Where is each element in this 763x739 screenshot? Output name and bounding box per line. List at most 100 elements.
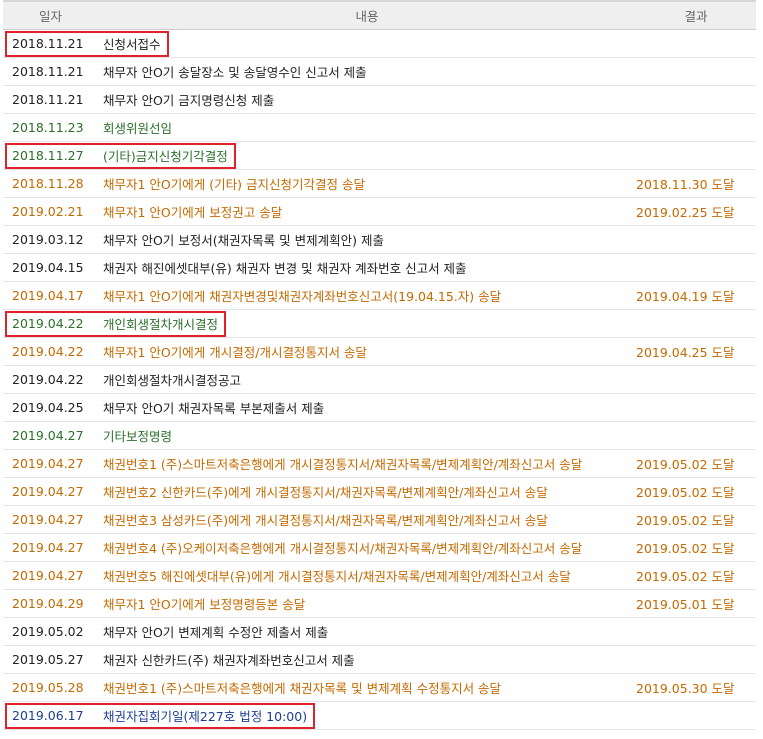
row-content: 채권번호1 (주)스마트저축은행에게 개시결정통지서/채권자목록/변제계획안/계… <box>98 449 636 478</box>
row-result: 2019.05.02 도달 <box>636 505 756 534</box>
row-content-text: 신청서접수 <box>103 37 161 52</box>
row-result <box>636 309 756 338</box>
table-row: 2019.04.29 채무자1 안O기에게 보정명령등본 송달 2019.05.01… <box>3 589 756 618</box>
row-date-text: 2019.03.12 <box>12 232 84 247</box>
row-date: 2019.04.27 <box>3 505 98 534</box>
row-result <box>636 365 756 394</box>
row-content-text: 기타보정명령 <box>103 429 173 444</box>
row-date-text: 2019.04.29 <box>12 596 84 611</box>
row-date-text: 2019.04.27 <box>12 512 84 527</box>
case-progress-table-wrapper: 일자 내용 결과 2018.11.21 신청서접수 2018.11.21 채무자 안O… <box>3 0 756 730</box>
row-content-text: 채권자집회기일(제227호 법정 10:00) <box>103 709 308 724</box>
row-content: 채무자1 안O기에게 개시결정/개시결정통지서 송달 <box>98 337 636 366</box>
table-row: 2019.04.27 기타보정명령 <box>3 421 756 450</box>
row-content-text: 채무자 안O기 채권자목록 부본제출서 제출 <box>103 401 325 416</box>
table-row: 2019.05.28 채권번호1 (주)스마트저축은행에게 채권자목록 및 변제계… <box>3 673 756 702</box>
table-row: 2019.05.02 채무자 안O기 변제계획 수정안 제출서 제출 <box>3 617 756 646</box>
row-content-text: 채무자 안O기 송달장소 및 송달영수인 신고서 제출 <box>103 65 367 80</box>
row-result <box>636 393 756 422</box>
row-content: 회생위원선임 <box>98 113 636 142</box>
table-row: 2019.04.27 채권번호4 (주)오케이저축은행에게 개시결정통지서/채권자… <box>3 533 756 562</box>
table-row: 2019.02.21 채무자1 안O기에게 보정권고 송달 2019.02.25 도… <box>3 197 756 226</box>
row-content-text: 채무자1 안O기에게 보정명령등본 송달 <box>103 597 306 612</box>
row-content: 채권번호1 (주)스마트저축은행에게 채권자목록 및 변제계획 수정통지서 송달 <box>98 673 636 702</box>
row-content-text: 채권번호3 삼성카드(주)에게 개시결정통지서/채권자목록/변제계획안/계좌신고… <box>103 513 548 528</box>
row-content: 채무자 안O기 채권자목록 부본제출서 제출 <box>98 393 636 422</box>
row-result <box>636 113 756 142</box>
row-result: 2019.04.25 도달 <box>636 337 756 366</box>
row-result <box>636 85 756 114</box>
row-content-text: 채권번호2 신한카드(주)에게 개시결정통지서/채권자목록/변제계획안/계좌신고… <box>103 485 548 500</box>
row-content-text: 채무자 안O기 금지명령신청 제출 <box>103 93 275 108</box>
row-date: 2018.11.23 <box>3 113 98 142</box>
row-content: 채권자집회기일(제227호 법정 10:00) <box>98 701 636 730</box>
row-date: 2019.03.12 <box>3 225 98 254</box>
row-content-text: (기타)금지신청기각결정 <box>103 149 228 164</box>
row-content-text: 채무자1 안O기에게 (기타) 금지신청기각결정 송달 <box>103 177 365 192</box>
row-date: 2018.11.21 <box>3 57 98 86</box>
row-date-text: 2019.05.02 <box>12 624 84 639</box>
row-date-text: 2018.11.21 <box>12 92 84 107</box>
row-date: 2019.04.17 <box>3 281 98 310</box>
row-date-text: 2019.04.27 <box>12 456 84 471</box>
row-date: 2018.11.21 <box>3 29 98 58</box>
row-content: 채무자 안O기 변제계획 수정안 제출서 제출 <box>98 617 636 646</box>
row-date-text: 2019.04.15 <box>12 260 84 275</box>
result-column-header: 결과 <box>636 0 756 30</box>
row-date: 2019.04.22 <box>3 309 98 338</box>
row-result: 2019.05.01 도달 <box>636 589 756 618</box>
table-row: 2019.04.17 채무자1 안O기에게 채권자변경및채권자계좌번호신고서(19… <box>3 281 756 310</box>
row-date: 2019.02.21 <box>3 197 98 226</box>
row-date-text: 2019.05.27 <box>12 652 84 667</box>
row-date-text: 2019.02.21 <box>12 204 84 219</box>
table-row: 2019.03.12 채무자 안O기 보정서(채권자목록 및 변제계획안) 제출 <box>3 225 756 254</box>
row-content: 채무자1 안O기에게 보정권고 송달 <box>98 197 636 226</box>
row-content-text: 채권번호1 (주)스마트저축은행에게 개시결정통지서/채권자목록/변제계획안/계… <box>103 457 583 472</box>
row-content-text: 채무자 안O기 변제계획 수정안 제출서 제출 <box>103 625 329 640</box>
row-result: 2019.05.02 도달 <box>636 533 756 562</box>
row-result <box>636 701 756 730</box>
row-content-text: 채무자1 안O기에게 보정권고 송달 <box>103 205 283 220</box>
row-date: 2019.04.22 <box>3 337 98 366</box>
table-row: 2018.11.28 채무자1 안O기에게 (기타) 금지신청기각결정 송달 201… <box>3 169 756 198</box>
row-date: 2019.04.25 <box>3 393 98 422</box>
table-row: 2018.11.21 신청서접수 <box>3 29 756 58</box>
row-content-text: 채권번호1 (주)스마트저축은행에게 채권자목록 및 변제계획 수정통지서 송달 <box>103 681 502 696</box>
table-row: 2019.04.25 채무자 안O기 채권자목록 부본제출서 제출 <box>3 393 756 422</box>
row-date: 2019.06.17 <box>3 701 98 730</box>
row-date: 2019.04.27 <box>3 533 98 562</box>
row-result <box>636 29 756 58</box>
table-row: 2019.04.22 채무자1 안O기에게 개시결정/개시결정통지서 송달 2019… <box>3 337 756 366</box>
row-content: 채무자 안O기 송달장소 및 송달영수인 신고서 제출 <box>98 57 636 86</box>
table-row: 2018.11.21 채무자 안O기 송달장소 및 송달영수인 신고서 제출 <box>3 57 756 86</box>
row-result <box>636 141 756 170</box>
row-date: 2018.11.28 <box>3 169 98 198</box>
row-date-text: 2019.04.27 <box>12 484 84 499</box>
row-result: 2019.02.25 도달 <box>636 197 756 226</box>
row-result <box>636 225 756 254</box>
row-date-text: 2018.11.21 <box>12 64 84 79</box>
table-row: 2018.11.23 회생위원선임 <box>3 113 756 142</box>
row-result <box>636 57 756 86</box>
content-column-header: 내용 <box>98 0 636 30</box>
row-content: 채무자1 안O기에게 (기타) 금지신청기각결정 송달 <box>98 169 636 198</box>
row-content: 채무자1 안O기에게 보정명령등본 송달 <box>98 589 636 618</box>
row-date-text: 2019.04.22 <box>12 316 84 331</box>
table-row: 2019.04.15 채권자 해진에셋대부(유) 채권자 변경 및 채권자 계좌번… <box>3 253 756 282</box>
row-date: 2019.04.29 <box>3 589 98 618</box>
row-date: 2019.04.15 <box>3 253 98 282</box>
row-content: 채권자 신한카드(주) 채권자계좌번호신고서 제출 <box>98 645 636 674</box>
row-content: 채권번호5 해진에셋대부(유)에게 개시결정통지서/채권자목록/변제계획안/계좌… <box>98 561 636 590</box>
case-progress-table: 일자 내용 결과 2018.11.21 신청서접수 2018.11.21 채무자 안O… <box>3 0 756 730</box>
row-content-text: 채무자1 안O기에게 개시결정/개시결정통지서 송달 <box>103 345 367 360</box>
row-content: 채무자 안O기 금지명령신청 제출 <box>98 85 636 114</box>
row-date-text: 2018.11.27 <box>12 148 84 163</box>
row-date-text: 2019.04.22 <box>12 344 84 359</box>
row-content-text: 채권자 해진에셋대부(유) 채권자 변경 및 채권자 계좌번호 신고서 제출 <box>103 261 467 276</box>
table-row: 2019.05.27 채권자 신한카드(주) 채권자계좌번호신고서 제출 <box>3 645 756 674</box>
row-content: 채권번호4 (주)오케이저축은행에게 개시결정통지서/채권자목록/변제계획안/계… <box>98 533 636 562</box>
row-content-text: 회생위원선임 <box>103 121 173 136</box>
row-result: 2019.05.02 도달 <box>636 477 756 506</box>
row-date: 2019.05.02 <box>3 617 98 646</box>
row-result: 2018.11.30 도달 <box>636 169 756 198</box>
